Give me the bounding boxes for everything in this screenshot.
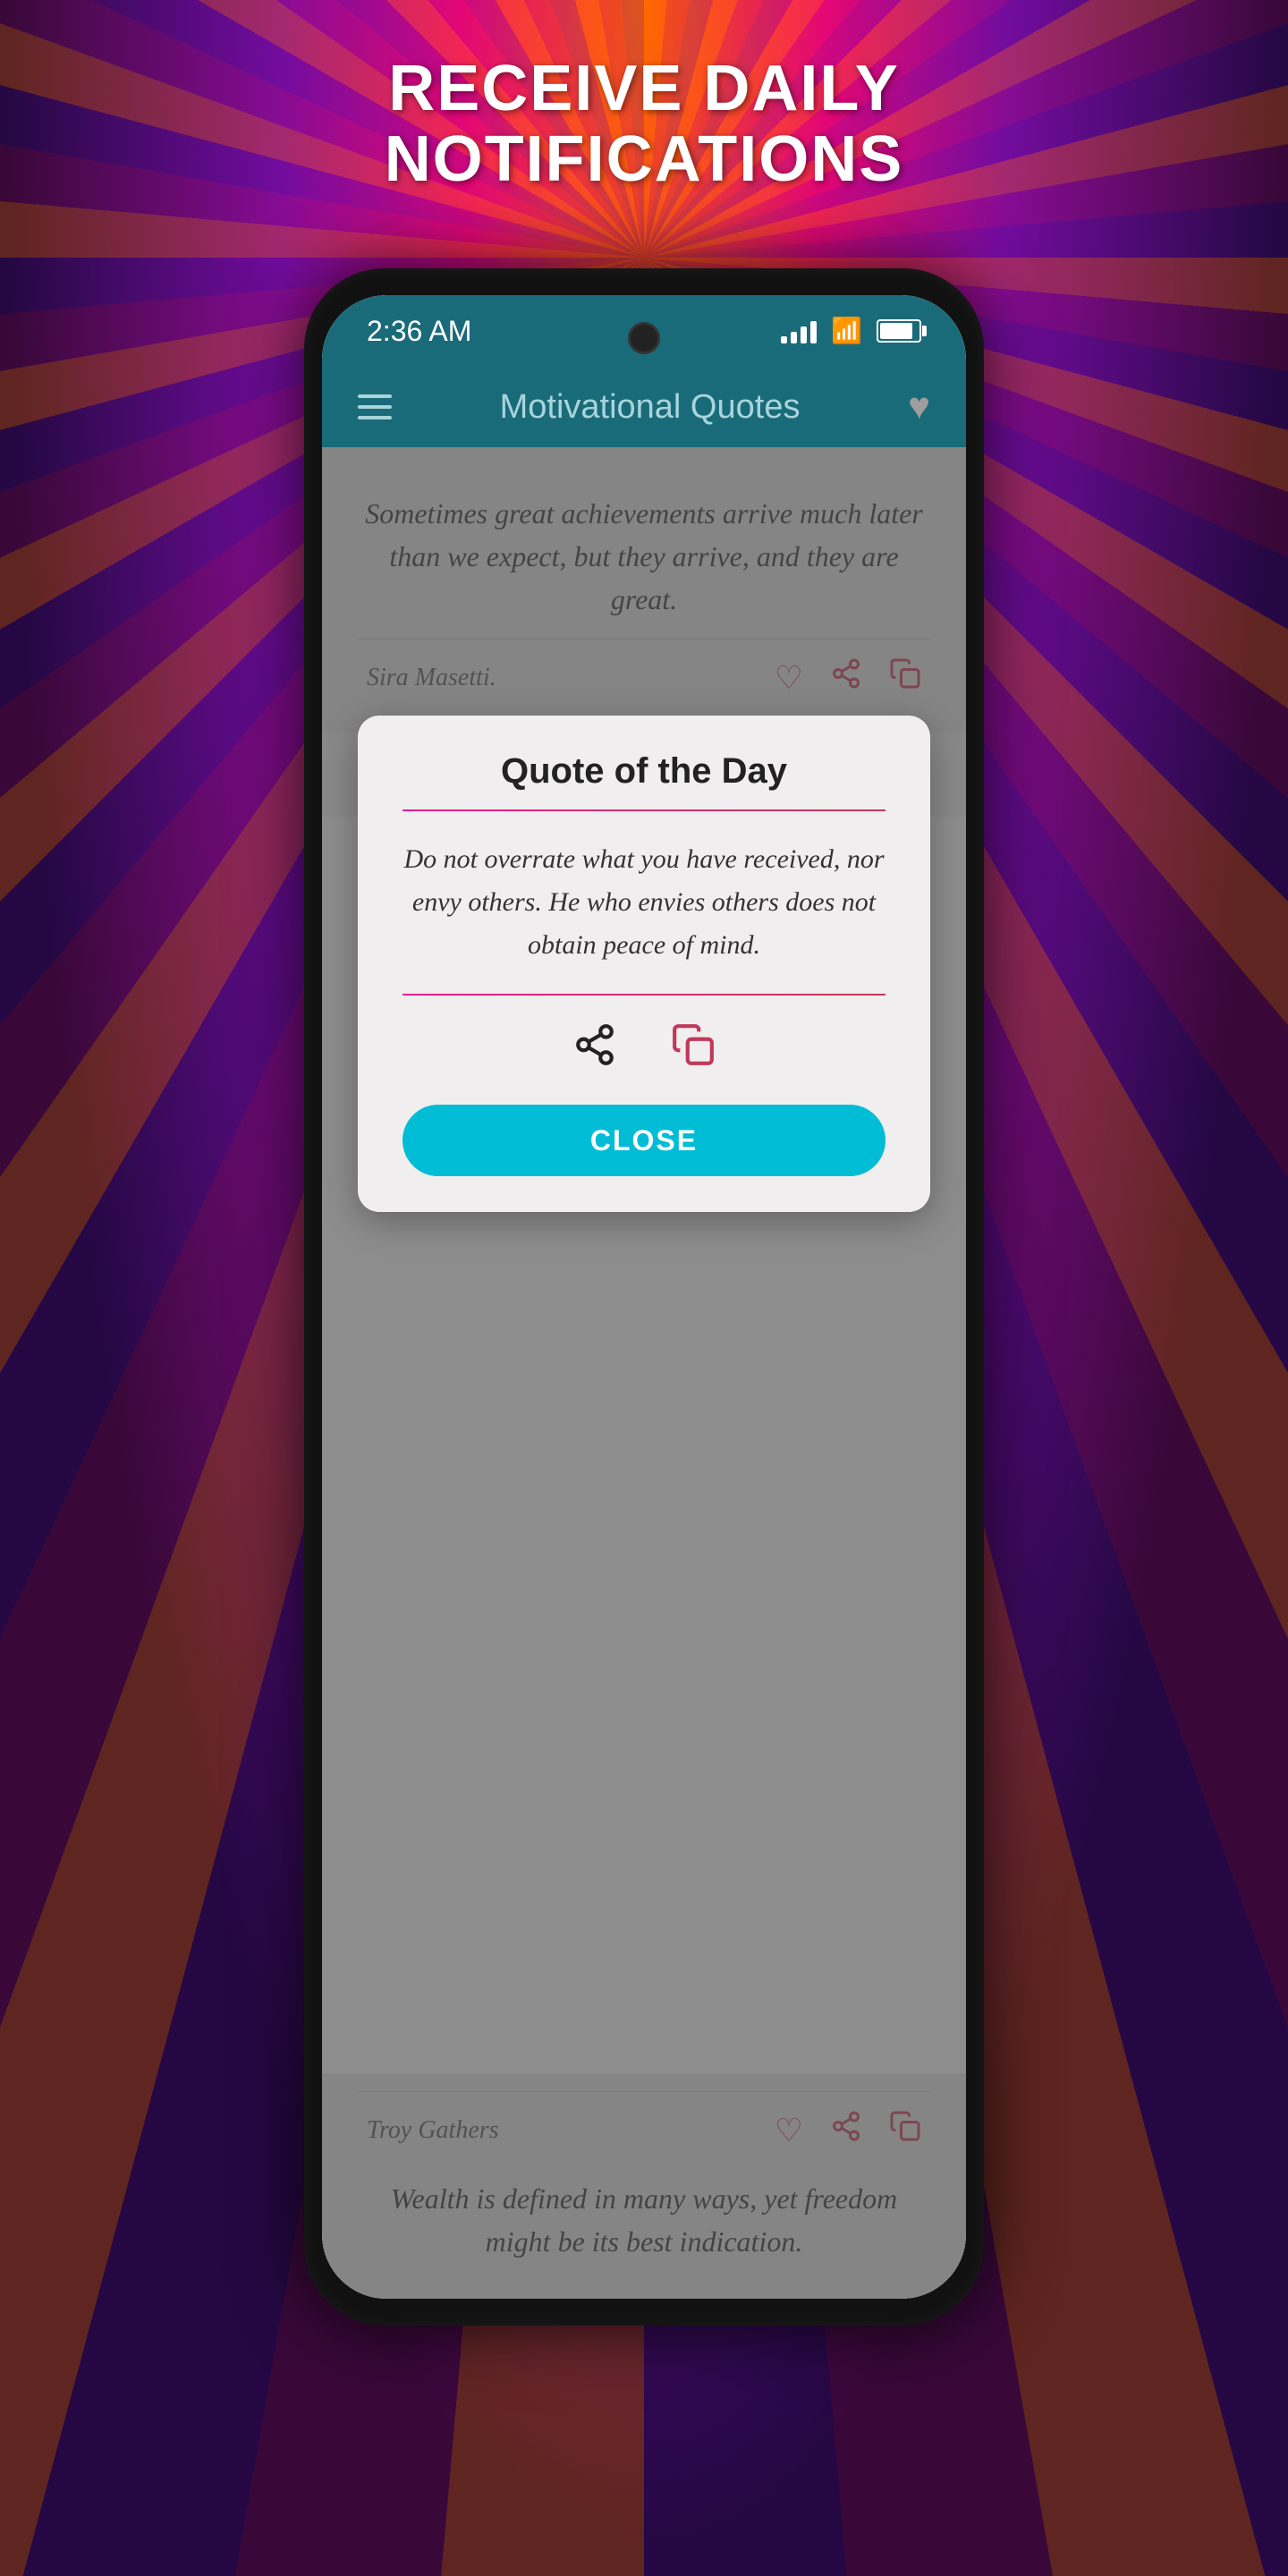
promo-line1: RECEIVE DAILY xyxy=(0,54,1288,124)
modal-box: Quote of the Day Do not overrate what yo… xyxy=(358,716,930,1212)
status-time: 2:36 AM xyxy=(367,315,471,348)
app-title: Motivational Quotes xyxy=(500,388,801,427)
wifi-icon: 📶 xyxy=(831,316,862,346)
modal-share-button[interactable] xyxy=(572,1022,617,1078)
app-header: Motivational Quotes ♥ xyxy=(322,367,966,447)
modal-copy-button[interactable] xyxy=(671,1022,716,1078)
modal-overlay: Quote of the Day Do not overrate what yo… xyxy=(322,447,966,2299)
promo-line2: NOTIFICATIONS xyxy=(0,124,1288,195)
menu-button[interactable] xyxy=(358,394,392,419)
modal-quote-text: Do not overrate what you have received, … xyxy=(402,838,886,967)
modal-title: Quote of the Day xyxy=(402,751,886,792)
battery-icon xyxy=(877,319,921,343)
status-icons: 📶 xyxy=(781,316,921,346)
modal-divider-bottom xyxy=(402,994,886,996)
camera-notch xyxy=(628,322,660,354)
phone-content: Sometimes great achievements arrive much… xyxy=(322,447,966,2299)
phone-frame: 2:36 AM 📶 Motivational Quotes ♥ xyxy=(304,268,984,2326)
signal-icon xyxy=(781,318,817,343)
phone-screen: 2:36 AM 📶 Motivational Quotes ♥ xyxy=(322,295,966,2299)
modal-actions xyxy=(402,1022,886,1078)
modal-divider-top xyxy=(402,809,886,811)
favorites-button[interactable]: ♥ xyxy=(908,386,930,428)
promo-text: RECEIVE DAILY NOTIFICATIONS xyxy=(0,54,1288,195)
close-button[interactable]: CLOSE xyxy=(402,1105,886,1176)
